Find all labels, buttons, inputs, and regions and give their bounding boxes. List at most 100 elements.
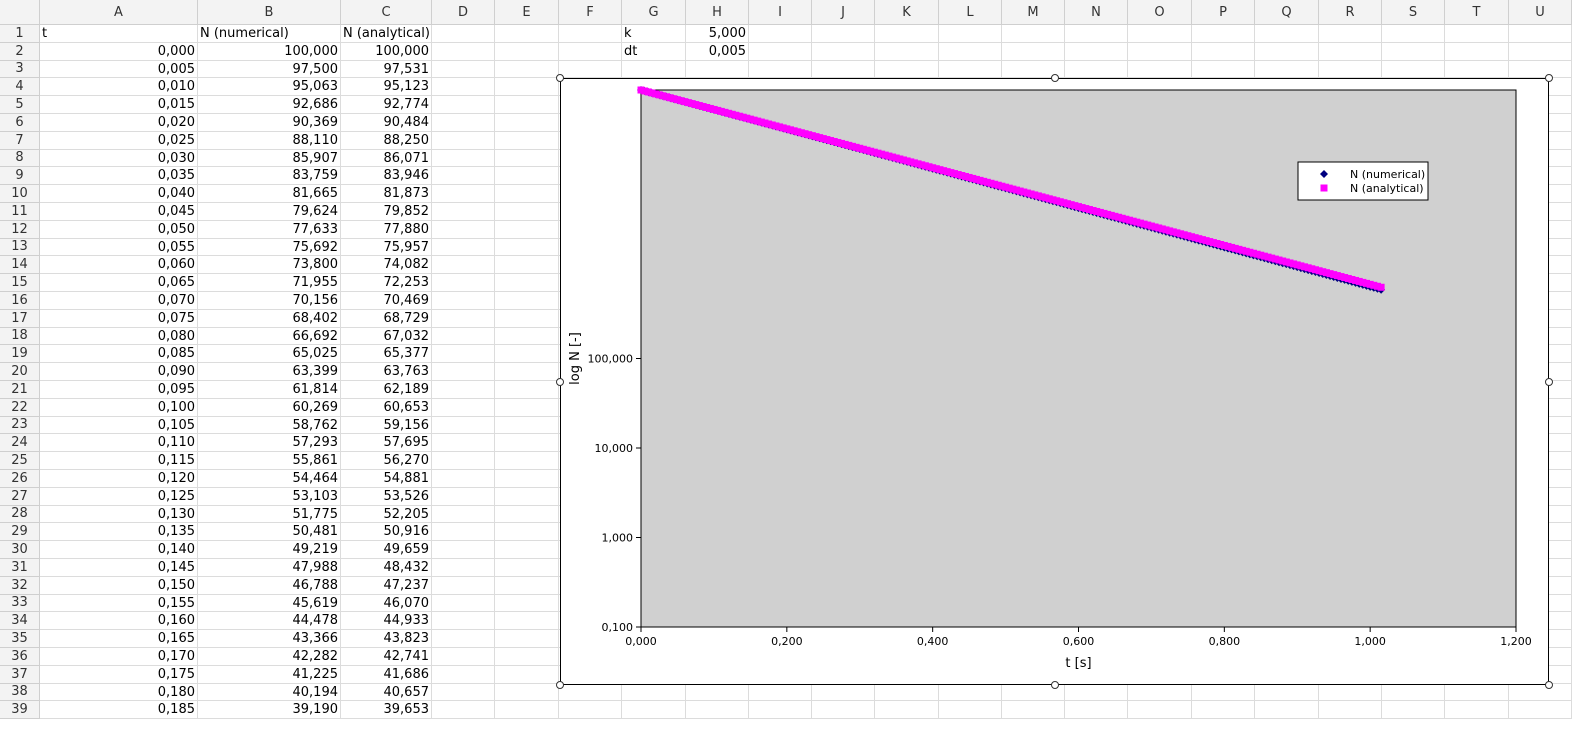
row-header-34[interactable]: 34 <box>0 612 40 631</box>
column-header-m[interactable]: M <box>1002 0 1065 25</box>
cell-d32[interactable] <box>432 576 495 595</box>
cell-b39[interactable]: 39,190 <box>198 701 341 720</box>
cell-e2[interactable] <box>495 42 559 61</box>
cell-d33[interactable] <box>432 594 495 613</box>
row-header-22[interactable]: 22 <box>0 398 40 417</box>
resize-handle-n[interactable] <box>1050 74 1059 82</box>
cell-l1[interactable] <box>939 25 1002 43</box>
column-header-o[interactable]: O <box>1128 0 1192 25</box>
cell-a10[interactable]: 0,040 <box>40 185 198 203</box>
cell-d18[interactable] <box>432 327 495 346</box>
column-header-g[interactable]: G <box>622 0 686 25</box>
cell-m39[interactable] <box>1002 701 1065 720</box>
cell-e11[interactable] <box>495 203 559 221</box>
column-header-f[interactable]: F <box>559 0 622 25</box>
cell-d8[interactable] <box>432 149 495 168</box>
cell-u39[interactable] <box>1509 701 1572 720</box>
cell-a5[interactable]: 0,015 <box>40 96 198 114</box>
cell-a23[interactable]: 0,105 <box>40 416 198 435</box>
cell-h1[interactable]: 5,000 <box>686 25 749 43</box>
row-header-10[interactable]: 10 <box>0 185 40 203</box>
cell-a7[interactable]: 0,025 <box>40 131 198 150</box>
cell-b5[interactable]: 92,686 <box>198 96 341 114</box>
cell-c33[interactable]: 46,070 <box>341 594 432 613</box>
cell-c30[interactable]: 49,659 <box>341 541 432 559</box>
cell-d11[interactable] <box>432 203 495 221</box>
cell-a28[interactable]: 0,130 <box>40 505 198 524</box>
cell-c29[interactable]: 50,916 <box>341 523 432 542</box>
cell-c13[interactable]: 75,957 <box>341 238 432 257</box>
cell-t3[interactable] <box>1445 60 1509 79</box>
cell-b23[interactable]: 58,762 <box>198 416 341 435</box>
cell-o38[interactable] <box>1128 683 1192 702</box>
cell-d24[interactable] <box>432 434 495 453</box>
cell-c8[interactable]: 86,071 <box>341 149 432 168</box>
cell-a2[interactable]: 0,000 <box>40 42 198 61</box>
column-header-k[interactable]: K <box>875 0 939 25</box>
cell-r2[interactable] <box>1319 42 1382 61</box>
cell-d7[interactable] <box>432 131 495 150</box>
row-header-31[interactable]: 31 <box>0 559 40 577</box>
cell-e4[interactable] <box>495 78 559 97</box>
cell-e16[interactable] <box>495 292 559 310</box>
cell-l2[interactable] <box>939 42 1002 61</box>
cell-c14[interactable]: 74,082 <box>341 256 432 275</box>
cell-t2[interactable] <box>1445 42 1509 61</box>
cell-a26[interactable]: 0,120 <box>40 470 198 488</box>
column-header-l[interactable]: L <box>939 0 1002 25</box>
cell-e1[interactable] <box>495 25 559 43</box>
cell-f39[interactable] <box>559 701 622 720</box>
cell-i1[interactable] <box>749 25 812 43</box>
cell-c10[interactable]: 81,873 <box>341 185 432 203</box>
cell-a38[interactable]: 0,180 <box>40 683 198 702</box>
cell-c11[interactable]: 79,852 <box>341 203 432 221</box>
cell-s39[interactable] <box>1382 701 1445 720</box>
resize-handle-ne[interactable] <box>1545 74 1553 82</box>
cell-m1[interactable] <box>1002 25 1065 43</box>
cell-c9[interactable]: 83,946 <box>341 167 432 186</box>
cell-e37[interactable] <box>495 665 559 684</box>
cell-d21[interactable] <box>432 381 495 399</box>
cell-p38[interactable] <box>1192 683 1255 702</box>
cell-b32[interactable]: 46,788 <box>198 576 341 595</box>
cell-a19[interactable]: 0,085 <box>40 345 198 364</box>
cell-u3[interactable] <box>1509 60 1572 79</box>
column-header-h[interactable]: H <box>686 0 749 25</box>
cell-a1[interactable]: t <box>40 25 198 43</box>
row-header-19[interactable]: 19 <box>0 345 40 364</box>
cell-c20[interactable]: 63,763 <box>341 363 432 381</box>
cell-b15[interactable]: 71,955 <box>198 274 341 292</box>
cell-c18[interactable]: 67,032 <box>341 327 432 346</box>
cell-a27[interactable]: 0,125 <box>40 487 198 506</box>
cell-b11[interactable]: 79,624 <box>198 203 341 221</box>
cell-b13[interactable]: 75,692 <box>198 238 341 257</box>
cell-a9[interactable]: 0,035 <box>40 167 198 186</box>
row-header-27[interactable]: 27 <box>0 487 40 506</box>
cell-q1[interactable] <box>1255 25 1319 43</box>
cell-k2[interactable] <box>875 42 939 61</box>
cell-e23[interactable] <box>495 416 559 435</box>
cell-r3[interactable] <box>1319 60 1382 79</box>
row-header-35[interactable]: 35 <box>0 630 40 648</box>
cell-c3[interactable]: 97,531 <box>341 60 432 79</box>
cell-b16[interactable]: 70,156 <box>198 292 341 310</box>
cell-b6[interactable]: 90,369 <box>198 114 341 132</box>
cell-s1[interactable] <box>1382 25 1445 43</box>
cell-a15[interactable]: 0,065 <box>40 274 198 292</box>
cell-d2[interactable] <box>432 42 495 61</box>
cell-a22[interactable]: 0,100 <box>40 398 198 417</box>
cell-c23[interactable]: 59,156 <box>341 416 432 435</box>
cell-d15[interactable] <box>432 274 495 292</box>
cell-b19[interactable]: 65,025 <box>198 345 341 364</box>
cell-l39[interactable] <box>939 701 1002 720</box>
cell-i39[interactable] <box>749 701 812 720</box>
column-header-p[interactable]: P <box>1192 0 1255 25</box>
resize-handle-w[interactable] <box>556 377 564 386</box>
cell-e28[interactable] <box>495 505 559 524</box>
cell-a6[interactable]: 0,020 <box>40 114 198 132</box>
cell-d4[interactable] <box>432 78 495 97</box>
row-header-37[interactable]: 37 <box>0 665 40 684</box>
column-header-c[interactable]: C <box>341 0 432 25</box>
cell-o1[interactable] <box>1128 25 1192 43</box>
row-header-20[interactable]: 20 <box>0 363 40 381</box>
